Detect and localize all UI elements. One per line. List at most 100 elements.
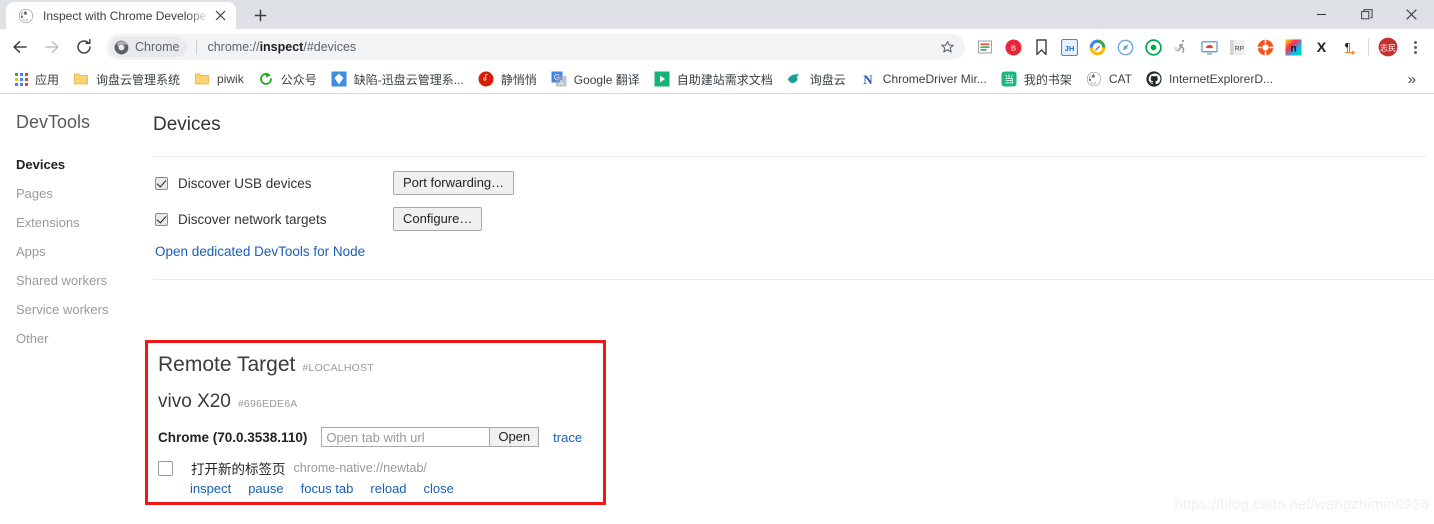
profile-avatar[interactable]: 志民 — [1374, 33, 1402, 61]
new-tab-button[interactable] — [246, 1, 274, 29]
devtools-content: Devices Discover USB devices Port forwar… — [145, 94, 1434, 523]
discover-usb-row: Discover USB devices Port forwarding… — [155, 171, 1434, 195]
svg-text:当: 当 — [1004, 73, 1014, 86]
b-badge-extension-icon[interactable]: B — [999, 33, 1027, 61]
bookmark-item-8[interactable]: N ChromeDriver Mir... — [853, 68, 994, 90]
reload-link[interactable]: reload — [370, 481, 406, 496]
bookmarks-bar: 应用 询盘云管理系统 piwik 公众号 缺陷-迅盘云管理系... 静悄悄 GA… — [0, 65, 1434, 94]
bookmark-item-4[interactable]: 静悄悄 — [471, 68, 544, 90]
google-translate-icon: GA — [551, 71, 567, 87]
svg-text:N: N — [863, 72, 873, 87]
tab-close-icon[interactable] — [212, 8, 228, 24]
bookmark-apps[interactable]: 应用 — [8, 68, 66, 90]
chrome-menu-button[interactable] — [1402, 33, 1428, 61]
inspect-link[interactable]: inspect — [190, 481, 231, 496]
x-extension-icon[interactable]: X — [1307, 33, 1335, 61]
runner-extension-icon[interactable] — [1167, 33, 1195, 61]
omnibox-divider — [196, 39, 198, 55]
remote-target-header: Remote Target #LOCALHOST — [158, 353, 603, 377]
omnibox-url[interactable]: chrome://inspect/#devices — [207, 40, 935, 54]
bookmark-label: 询盘云 — [809, 72, 846, 87]
omnibox-chrome-chip: Chrome — [110, 37, 188, 57]
apps-grid-icon — [15, 72, 28, 86]
open-node-devtools-link[interactable]: Open dedicated DevTools for Node — [155, 244, 365, 259]
content-divider-bottom — [153, 279, 1434, 280]
remote-target-title: Remote Target — [158, 353, 296, 376]
back-button[interactable] — [6, 33, 34, 61]
lifebuoy-extension-icon[interactable] — [1251, 33, 1279, 61]
sidebar-item-service-workers[interactable]: Service workers — [0, 295, 145, 324]
pause-link[interactable]: pause — [248, 481, 283, 496]
compass-extension-icon[interactable] — [1111, 33, 1139, 61]
remote-tab-checkbox[interactable] — [158, 460, 173, 476]
device-header: vivo X20 #696EDE6A — [158, 391, 603, 413]
globe-icon — [1086, 72, 1101, 86]
remote-tab-actions: inspect pause focus tab reload close — [190, 481, 603, 496]
blue-kite-icon — [331, 71, 347, 87]
remote-tab-url: chrome-native://newtab/ — [293, 461, 427, 475]
svg-text:A: A — [559, 80, 564, 87]
bookmark-item-11[interactable]: InternetExplorerD... — [1139, 68, 1280, 90]
close-link[interactable]: close — [424, 481, 454, 496]
bookmark-item-1[interactable]: piwik — [187, 68, 251, 90]
teal-bird-icon — [787, 74, 799, 83]
bookmark-item-10[interactable]: CAT — [1079, 68, 1139, 90]
svg-text:B: B — [1010, 43, 1015, 52]
device-name: vivo X20 — [158, 391, 231, 412]
bookmarks-overflow-button[interactable]: » — [1398, 72, 1426, 87]
window-close-button[interactable] — [1389, 0, 1434, 29]
bookmark-item-3[interactable]: 缺陷-迅盘云管理系... — [324, 68, 471, 90]
bookmark-label: InternetExplorerD... — [1168, 72, 1273, 86]
trace-link[interactable]: trace — [553, 430, 582, 445]
focus-tab-link[interactable]: focus tab — [301, 481, 354, 496]
sidebar-item-shared-workers[interactable]: Shared workers — [0, 266, 145, 295]
green-dang-icon: 当 — [1001, 71, 1017, 87]
github-icon — [1146, 71, 1162, 87]
pilcrow-arrow-extension-icon[interactable]: ¶ — [1335, 33, 1363, 61]
address-bar[interactable]: Chrome chrome://inspect/#devices — [106, 34, 965, 60]
tab-strip: Inspect with Chrome Develope — [0, 0, 1434, 29]
minimize-icon — [1317, 13, 1326, 16]
notes-extension-icon[interactable] — [971, 33, 999, 61]
reload-button[interactable] — [70, 33, 98, 61]
open-tab-button[interactable]: Open — [489, 427, 540, 447]
open-tab-url-input[interactable] — [321, 427, 490, 447]
window-maximize-button[interactable] — [1344, 0, 1389, 29]
bookmark-item-2[interactable]: 公众号 — [251, 68, 324, 90]
sidebar-item-pages[interactable]: Pages — [0, 179, 145, 208]
discover-usb-checkbox[interactable] — [155, 176, 168, 190]
bookmark-label: 我的书架 — [1023, 72, 1072, 87]
rainbow-n-extension-icon[interactable]: n — [1279, 33, 1307, 61]
bookmark-label: ChromeDriver Mir... — [882, 72, 987, 86]
window-minimize-button[interactable] — [1299, 0, 1344, 29]
bookmark-item-6[interactable]: 自助建站需求文档 — [647, 68, 780, 90]
bookmark-item-5[interactable]: GA Google 翻译 — [544, 68, 647, 90]
svg-text:RP: RP — [1234, 45, 1244, 52]
bookmark-extension-icon[interactable] — [1027, 33, 1055, 61]
browser-tab[interactable]: Inspect with Chrome Develope — [6, 2, 236, 29]
discover-network-label: Discover network targets — [178, 211, 327, 227]
devtools-title: DevTools — [16, 112, 91, 132]
globe-icon — [19, 8, 33, 23]
green-ring-extension-icon[interactable] — [1139, 33, 1167, 61]
configure-button[interactable]: Configure… — [393, 207, 483, 231]
sidebar-item-apps[interactable]: Apps — [0, 237, 145, 266]
chrome-logo-icon — [114, 40, 129, 54]
sidebar-item-other[interactable]: Other — [0, 324, 145, 353]
jh-extension-icon[interactable]: JH — [1055, 33, 1083, 61]
forward-button[interactable] — [38, 33, 66, 61]
discover-network-checkbox[interactable] — [155, 212, 168, 226]
screen-cast-extension-icon[interactable] — [1195, 33, 1223, 61]
port-forwarding-button[interactable]: Port forwarding… — [393, 171, 515, 195]
bookmark-item-7[interactable]: 询盘云 — [780, 68, 853, 90]
svg-text:¶: ¶ — [1345, 41, 1350, 53]
rp-extension-icon[interactable]: RP — [1223, 33, 1251, 61]
sidebar-item-devices[interactable]: Devices — [0, 150, 145, 179]
pencil-circle-extension-icon[interactable] — [1083, 33, 1111, 61]
sidebar-item-extensions[interactable]: Extensions — [0, 208, 145, 237]
remote-target-id: #LOCALHOST — [302, 362, 374, 374]
bookmark-item-9[interactable]: 当 我的书架 — [994, 68, 1079, 90]
discover-network-row: Discover network targets Configure… — [155, 207, 1434, 231]
bookmark-item-0[interactable]: 询盘云管理系统 — [66, 68, 187, 90]
bookmark-star-icon[interactable] — [935, 35, 959, 59]
